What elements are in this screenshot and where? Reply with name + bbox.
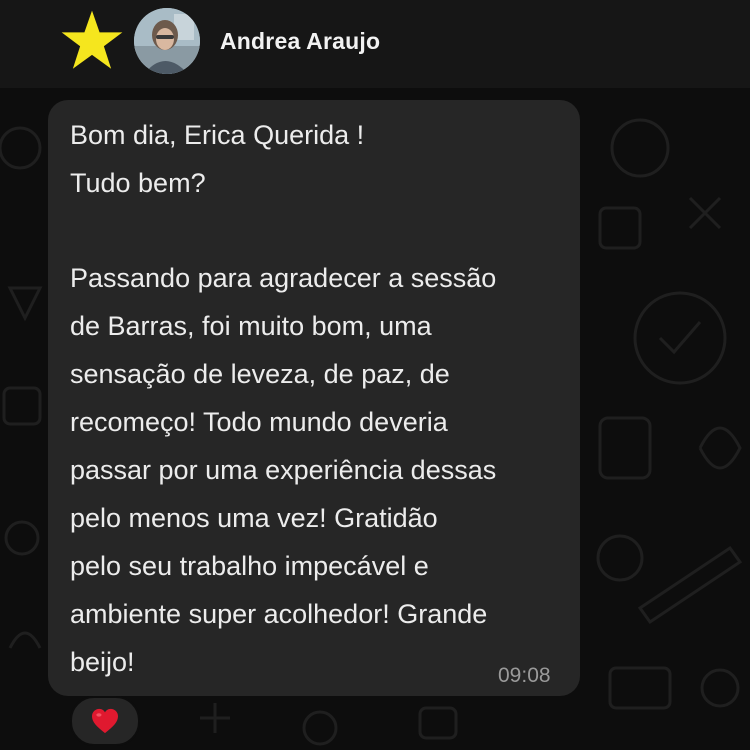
- avatar-photo: [134, 8, 200, 74]
- message-line: Bom dia, Erica Querida !: [70, 120, 365, 150]
- red-heart-icon: [92, 708, 118, 734]
- chat-header: Andrea Araujo: [0, 0, 750, 88]
- reaction-badge[interactable]: [70, 696, 140, 746]
- avatar[interactable]: [134, 8, 200, 74]
- message-timestamp: 09:08: [498, 664, 551, 687]
- message-line: ambiente super acolhedor! Grande: [70, 599, 488, 629]
- message-line: pelo seu trabalho impecável e: [70, 551, 429, 581]
- message-line: Passando para agradecer a sessão: [70, 263, 497, 293]
- message-line: Tudo bem?: [70, 168, 206, 198]
- message-line: pelo menos uma vez! Gratidão: [70, 503, 438, 533]
- message-line: passar por uma experiência dessas: [70, 455, 497, 485]
- contact-name[interactable]: Andrea Araujo: [220, 28, 380, 55]
- message-line: beijo!: [70, 647, 135, 677]
- star-icon[interactable]: [58, 8, 126, 74]
- message-line: de Barras, foi muito bom, uma: [70, 311, 432, 341]
- message-line: recomeço! Todo mundo deveria: [70, 407, 448, 437]
- message-line: sensação de leveza, de paz, de: [70, 359, 450, 389]
